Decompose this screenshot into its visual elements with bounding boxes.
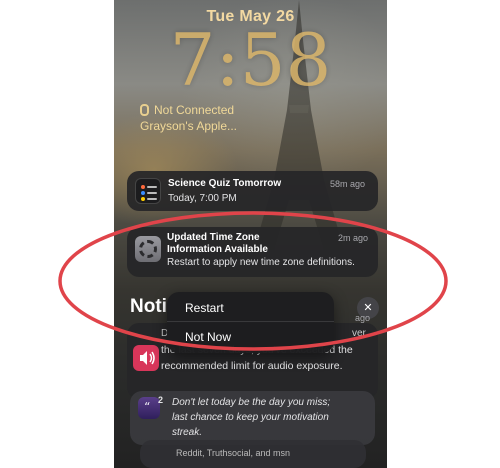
notification-body-line: Reddit, Truthsocial, and msn — [176, 448, 291, 458]
connection-status-text: Not Connected — [154, 103, 235, 117]
connection-status: Not Connected — [140, 103, 234, 117]
notification-title: Science Quiz Tomorrow — [168, 178, 282, 189]
device-name: Grayson's Apple... — [140, 119, 238, 133]
speaker-icon — [133, 345, 159, 371]
notification-time: 2m ago — [338, 233, 369, 243]
airpods-icon — [140, 104, 149, 116]
settings-gear-icon — [135, 236, 161, 262]
notification-body-line: recommended limit for audio exposure. — [161, 360, 343, 372]
notification-title: Updated Time Zone — [167, 232, 260, 243]
motivation-app-icon: “ — [138, 397, 160, 419]
notification-card[interactable]: Reddit, Truthsocial, and msn — [140, 440, 366, 468]
notification-body-line: last chance to keep your motivation — [172, 412, 329, 423]
notification-body-line: Don't let today be the day you miss; — [172, 397, 331, 408]
notification-card[interactable]: “ 2 Don't let today be the day you miss;… — [130, 391, 375, 445]
notification-text-fragment: ver — [352, 328, 366, 339]
reminders-icon — [135, 178, 161, 204]
not-now-menu-item[interactable]: Not Now — [185, 330, 231, 344]
restart-menu-item[interactable]: Restart — [185, 301, 224, 315]
notification-title-line2: Information Available — [167, 244, 268, 255]
notification-body-line: streak. — [172, 427, 203, 438]
menu-divider — [167, 321, 334, 322]
notification-context-menu: Restart Not Now — [167, 292, 334, 353]
notification-time: ago — [355, 313, 371, 323]
lock-time: 7:58 — [169, 18, 332, 102]
notification-body: Today, 7:00 PM — [168, 193, 237, 204]
notification-badge: 2 — [158, 395, 164, 405]
notification-time: 58m ago — [330, 179, 366, 189]
notification-center-heading: Noti — [130, 296, 167, 317]
notification-body: Restart to apply new time zone definitio… — [167, 257, 355, 268]
notification-card[interactable]: Updated Time Zone Information Available … — [127, 227, 378, 277]
notification-card[interactable]: Science Quiz Tomorrow Today, 7:00 PM 58m… — [127, 171, 378, 211]
